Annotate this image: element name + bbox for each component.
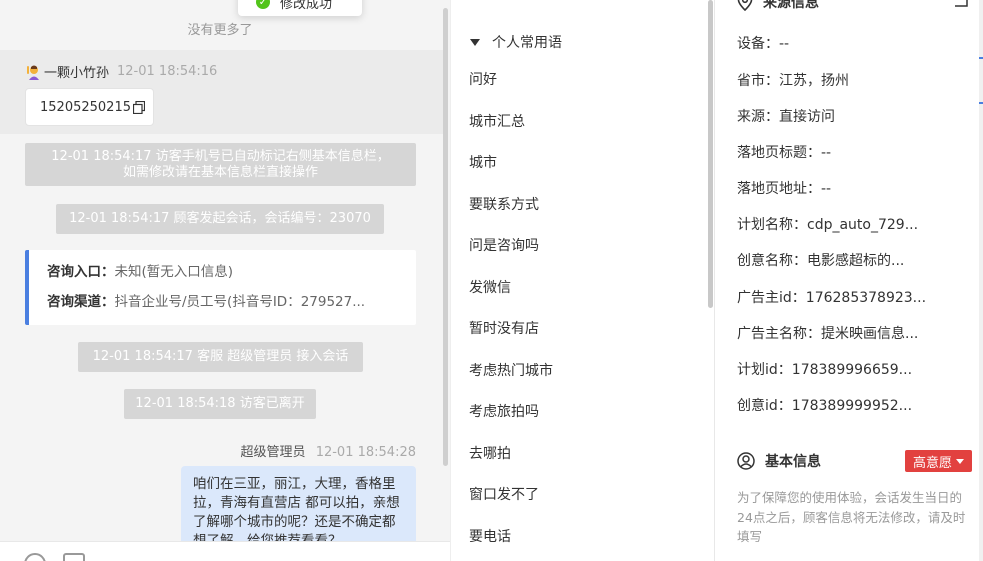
info-value: cdp_auto_729... (807, 217, 919, 233)
phrase-item[interactable]: 发微信 (469, 268, 699, 310)
system-message: 12-01 18:54:17 访客手机号已自动标记右侧基本信息栏，如需修改请在基… (25, 143, 416, 186)
intent-level-label: 高意愿 (912, 455, 952, 471)
phrase-item[interactable]: 问好 (469, 60, 699, 102)
chat-scrollbar[interactable] (443, 8, 448, 466)
phrase-item[interactable]: 城市 (469, 143, 699, 185)
info-key: 广告主名称： (737, 326, 821, 342)
user-circle-icon (737, 452, 755, 470)
agent-time: 12-01 18:54:28 (315, 445, 416, 460)
info-value: 直接访问 (779, 109, 835, 125)
visitor-time: 12-01 18:54:16 (117, 64, 218, 79)
info-key: 设备： (737, 36, 779, 52)
check-icon: ✓ (256, 0, 270, 9)
location-pin-icon (737, 0, 753, 11)
info-value: 提米映画信息... (821, 326, 919, 342)
info-row-creative-id: 创意id：178389999952... (737, 395, 912, 415)
customer-info-panel: 来源信息 设备：-- 省市：江苏，扬州 来源：直接访问 落地页标题：-- 落地页… (714, 0, 983, 561)
info-key: 计划id： (737, 362, 792, 378)
phrase-item[interactable]: 城市汇总 (469, 102, 699, 144)
source-info-heading: 来源信息 (737, 0, 819, 12)
info-key: 广告主id： (737, 290, 806, 306)
phrase-item[interactable]: 要联系方式 (469, 185, 699, 227)
consult-entry-label: 咨询入口： (47, 264, 115, 280)
consult-channel-label: 咨询渠道： (47, 294, 115, 310)
visitor-name: 一颗小竹孙 (44, 66, 110, 81)
agent-name: 超级管理员 (240, 445, 306, 460)
phrase-item[interactable]: 窗口发不了 (469, 475, 699, 517)
info-row-advertiser-name: 广告主名称：提米映画信息... (737, 323, 918, 343)
info-row-device: 设备：-- (737, 33, 789, 53)
basic-info-heading: 基本信息 (737, 451, 821, 471)
phrase-scrollbar[interactable] (708, 0, 713, 308)
chat-input-toolbar (0, 541, 450, 561)
phrase-item[interactable]: 问是咨询吗 (469, 226, 699, 268)
consult-channel-row: 咨询渠道：抖音企业号/员工号(抖音号ID：279527... (47, 290, 416, 320)
caret-down-icon (470, 38, 480, 46)
info-value: 178389996659... (791, 362, 913, 378)
info-row-landing-title: 落地页标题：-- (737, 142, 831, 162)
info-key: 创意名称： (737, 253, 807, 269)
phrase-item[interactable]: 去哪拍 (469, 434, 699, 476)
info-row-plan-name: 计划名称：cdp_auto_729... (737, 214, 918, 234)
info-key: 省市： (737, 73, 779, 89)
info-value: 江苏，扬州 (779, 73, 849, 89)
success-toast: ✓ 修改成功 (238, 0, 362, 16)
info-key: 计划名称： (737, 217, 807, 233)
intent-level-dropdown[interactable]: 高意愿 (905, 450, 972, 472)
phone-number: 15205250215 (40, 99, 131, 115)
phrase-item[interactable]: 考虑热门城市 (469, 351, 699, 393)
phrase-list: 问好 城市汇总 城市 要联系方式 问是咨询吗 发微信 暂时没有店 考虑热门城市 … (469, 60, 699, 558)
edit-icon[interactable] (953, 0, 969, 8)
smile-icon[interactable] (24, 553, 46, 561)
info-key: 落地页地址： (737, 181, 821, 197)
info-row-landing-url: 落地页地址：-- (737, 178, 831, 198)
image-icon[interactable] (63, 553, 85, 561)
info-key: 创意id： (737, 398, 792, 414)
caret-down-icon (956, 458, 964, 464)
phrase-bottom-bar (451, 543, 713, 561)
phrase-item[interactable]: 暂时没有店 (469, 309, 699, 351)
info-value: 电影感超标的... (807, 253, 905, 269)
phrase-item[interactable]: 考虑旅拍吗 (469, 392, 699, 434)
no-more-text: 没有更多了 (187, 23, 253, 38)
consult-channel-value: 抖音企业号/员工号(抖音号ID：279527... (114, 294, 366, 310)
info-row-source: 来源：直接访问 (737, 106, 835, 126)
edit-deadline-notice: 为了保障您的使用体验，会话发生当日的24点之后，顾客信息将无法修改，请及时填写 (737, 490, 966, 544)
info-row-advertiser-id: 广告主id：176285378923... (737, 287, 926, 307)
edge-marker (979, 102, 983, 104)
info-value: -- (821, 145, 832, 161)
system-message: 12-01 18:54:17 顾客发起会话，会话编号：23070 (56, 204, 384, 234)
phone-message-bubble[interactable]: 15205250215 (25, 88, 154, 126)
info-row-city: 省市：江苏，扬州 (737, 70, 849, 90)
person-raising-hand-icon (27, 65, 39, 80)
system-message: 12-01 18:54:17 客服 超级管理员 接入会话 (78, 342, 363, 372)
consult-entry-row: 咨询入口：未知(暂无入口信息) (47, 260, 416, 290)
chat-panel: 没有更多了 一颗小竹孙 12-01 18:54:16 15205250215 1… (0, 0, 450, 561)
visitor-sender-line: 一颗小竹孙 12-01 18:54:16 (26, 62, 217, 81)
info-row-creative-name: 创意名称：电影感超标的... (737, 250, 904, 270)
info-value: -- (779, 36, 790, 52)
consult-info-card: 咨询入口：未知(暂无入口信息) 咨询渠道：抖音企业号/员工号(抖音号ID：279… (25, 250, 416, 325)
toast-text: 修改成功 (280, 0, 333, 12)
edge-marker (979, 57, 983, 59)
info-row-plan-id: 计划id：178389996659... (737, 359, 912, 379)
panel-edge-strip (979, 0, 983, 561)
consult-entry-value: 未知(暂无入口信息) (114, 264, 234, 280)
copy-icon[interactable] (132, 100, 145, 114)
info-value: -- (821, 181, 832, 197)
agent-sender-line: 超级管理员 12-01 18:54:28 (241, 441, 416, 460)
info-key: 落地页标题： (737, 145, 821, 161)
info-key: 来源： (737, 109, 779, 125)
basic-info-title: 基本信息 (765, 454, 821, 470)
info-value: 176285378923... (805, 290, 927, 306)
source-info-title: 来源信息 (763, 0, 819, 11)
phrase-group-title: 个人常用语 (492, 35, 562, 51)
quick-phrases-panel: 个人常用语 问好 城市汇总 城市 要联系方式 问是咨询吗 发微信 暂时没有店 考… (450, 0, 713, 561)
phrase-group-toggle[interactable]: 个人常用语 (470, 32, 562, 52)
info-value: 178389999952... (791, 398, 913, 414)
system-message: 12-01 18:54:18 访客已离开 (124, 389, 316, 419)
